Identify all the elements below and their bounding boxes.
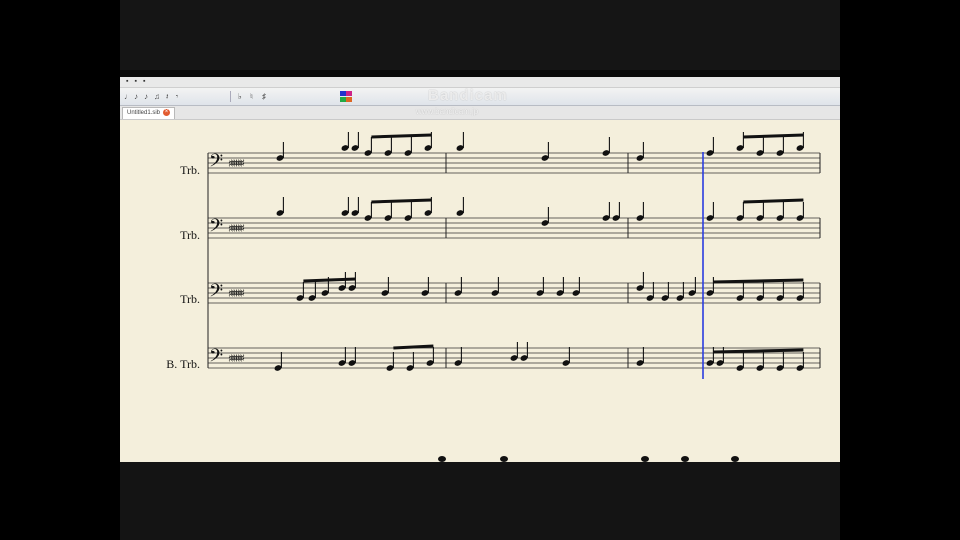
staff-system: 𝄢 ♯♯♯♯♯♯𝄢 ♯♯♯♯♯♯𝄢 ♯♯♯♯♯♯𝄢 ♯♯♯♯♯♯ <box>207 151 821 371</box>
note-beam <box>393 344 434 350</box>
instrument-name: B. Trb. <box>166 357 200 371</box>
bass-clef-icon: 𝄢 <box>209 151 223 176</box>
note-beam <box>303 277 356 283</box>
score-canvas: Trb. Trb. Trb. B. Trb. 𝄢 ♯♯♯♯♯♯𝄢 ♯♯♯♯♯♯𝄢 ♯♯… <box>166 132 821 462</box>
instrument-name: Trb. <box>180 163 200 177</box>
note-beam <box>743 198 804 204</box>
note-beam <box>713 278 804 284</box>
frame-top-bar <box>120 0 840 70</box>
video-frame: ▪ ▪ ▪ ♩ ♪ ♪ ♫ 𝄽 𝄾 ♭ ♮ ♯ Untitled1.sib × Ban… <box>120 0 840 540</box>
bass-clef-icon: 𝄢 <box>209 216 223 241</box>
note-beam <box>743 133 804 139</box>
instrument-name: Trb. <box>180 292 200 306</box>
frame-bottom-bar <box>120 462 840 540</box>
note-beam <box>371 133 432 139</box>
note-beam <box>713 348 804 354</box>
instrument-name: Trb. <box>180 228 200 242</box>
bass-clef-icon: 𝄢 <box>209 346 223 371</box>
notation-app-window: ▪ ▪ ▪ ♩ ♪ ♪ ♫ 𝄽 𝄾 ♭ ♮ ♯ Untitled1.sib × Ban… <box>120 77 840 462</box>
note-beam <box>371 198 432 204</box>
bass-clef-icon: 𝄢 <box>209 281 223 306</box>
